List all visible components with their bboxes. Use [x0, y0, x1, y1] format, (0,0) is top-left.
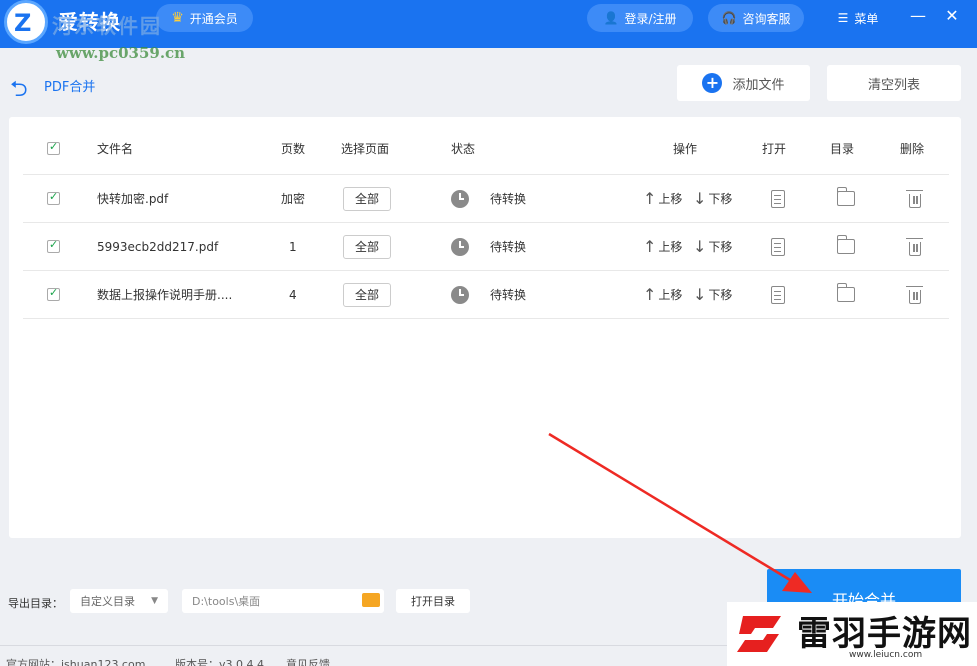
select-pages-button[interactable]: 全部	[343, 282, 391, 307]
clock-icon	[451, 189, 469, 208]
header-open: 打开	[762, 142, 787, 156]
open-folder-icon[interactable]	[836, 283, 855, 302]
row-pages: 4	[289, 287, 297, 302]
add-file-label: 添加文件	[732, 77, 785, 93]
consult-button[interactable]: 🎧 咨询客服	[708, 4, 804, 32]
watermark-brand: 雷羽手游网 www.leiucn.com	[727, 602, 977, 666]
open-file-icon[interactable]	[771, 189, 785, 208]
table-header: 文件名 页数 选择页面 状态 操作 打开 目录 删除	[23, 123, 949, 175]
row-status: 待转换	[490, 192, 527, 206]
back-arrow-icon[interactable]: ⮌	[10, 72, 28, 110]
header-status: 状态	[451, 142, 476, 156]
watermark-brand-url: www.leiucn.com	[849, 650, 923, 660]
arrow-up-icon: ↑	[643, 285, 657, 304]
login-button[interactable]: 👤 登录/注册	[587, 4, 693, 32]
open-file-icon[interactable]	[771, 285, 785, 304]
move-up-label: 上移	[658, 240, 683, 254]
close-button[interactable]: ✕	[940, 6, 964, 25]
row-pages: 1	[289, 239, 297, 254]
output-path-value: D:\tools\桌面	[192, 595, 261, 608]
select-all-checkbox[interactable]	[47, 140, 60, 155]
table-row: 5993ecb2dd217.pdf 1 全部 待转换 ↑上移 ↓下移	[23, 223, 949, 271]
select-pages-button[interactable]: 全部	[343, 234, 391, 259]
header-operation: 操作	[673, 142, 698, 156]
add-file-button[interactable]: + 添加文件	[677, 65, 810, 101]
move-up-label: 上移	[658, 192, 683, 206]
header-directory: 目录	[830, 142, 855, 156]
move-up-button[interactable]: ↑ 上移	[643, 271, 682, 318]
header-delete: 删除	[900, 142, 925, 156]
vip-label: 开通会员	[189, 11, 238, 26]
move-up-button[interactable]: ↑ 上移	[643, 223, 682, 270]
file-list-panel: 文件名 页数 选择页面 状态 操作 打开 目录 删除 快转加密.pdf 加密 全…	[9, 117, 961, 538]
row-filename: 5993ecb2dd217.pdf	[97, 239, 219, 254]
open-folder-icon[interactable]	[836, 235, 855, 254]
minimize-button[interactable]: —	[906, 6, 930, 25]
table-row: 快转加密.pdf 加密 全部 待转换 ↑上移 ↓下移	[23, 175, 949, 223]
crown-icon: ♛	[171, 10, 184, 26]
menu-button[interactable]: ☰ 菜单	[828, 4, 888, 32]
output-dir-label: 导出目录：	[8, 597, 63, 610]
app-logo: Z	[4, 0, 48, 44]
clock-icon	[451, 237, 469, 256]
move-up-label: 上移	[658, 288, 683, 302]
watermark-site-name: 河东软件园	[52, 14, 162, 38]
plus-icon: +	[702, 73, 723, 93]
table-row: 数据上报操作说明手册.... 4 全部 待转换 ↑上移 ↓下移	[23, 271, 949, 319]
row-status: 待转换	[490, 288, 527, 302]
hamburger-icon: ☰	[837, 11, 849, 25]
delete-icon[interactable]	[906, 285, 923, 304]
arrow-up-icon: ↑	[643, 189, 657, 208]
footer-feedback[interactable]: 意见反馈	[286, 656, 330, 666]
move-down-label: 下移	[708, 288, 733, 302]
select-pages-button[interactable]: 全部	[343, 186, 391, 211]
footer-version: 版本号：v3.0.4.4	[175, 658, 264, 666]
move-down-label: 下移	[708, 240, 733, 254]
move-down-label: 下移	[708, 192, 733, 206]
page-title: PDF合并	[44, 80, 96, 95]
arrow-down-icon: ↓	[693, 237, 707, 256]
consult-label: 咨询客服	[742, 11, 791, 26]
move-down-button[interactable]: ↓ 下移	[693, 175, 732, 222]
watermark-brand-name: 雷羽手游网	[797, 614, 972, 654]
header-pages: 页数	[281, 142, 306, 156]
open-file-icon[interactable]	[771, 237, 785, 256]
row-checkbox[interactable]	[47, 286, 60, 301]
row-pages: 加密	[281, 192, 306, 206]
open-dir-button[interactable]: 打开目录	[396, 589, 470, 613]
user-icon: 👤	[603, 11, 619, 25]
browse-folder-icon[interactable]	[362, 593, 380, 607]
footer-website[interactable]: 官方网站：ishuan123.com	[6, 656, 145, 666]
caret-down-icon: ▼	[151, 596, 158, 606]
row-filename: 数据上报操作说明手册....	[97, 288, 233, 302]
move-up-button[interactable]: ↑ 上移	[643, 175, 682, 222]
output-dir-select[interactable]: 自定义目录 ▼	[70, 589, 168, 613]
vip-button[interactable]: ♛ 开通会员	[156, 4, 253, 32]
row-status: 待转换	[490, 240, 527, 254]
header-select-pages: 选择页面	[341, 142, 390, 156]
menu-label: 菜单	[854, 11, 879, 26]
row-checkbox[interactable]	[47, 190, 60, 205]
arrow-down-icon: ↓	[693, 189, 707, 208]
header-filename: 文件名	[97, 142, 134, 156]
delete-icon[interactable]	[906, 237, 923, 256]
headset-icon: 🎧	[721, 11, 737, 25]
row-checkbox[interactable]	[47, 238, 60, 253]
brand-logo-icon	[737, 616, 781, 652]
open-folder-icon[interactable]	[836, 187, 855, 206]
arrow-up-icon: ↑	[643, 237, 657, 256]
login-label: 登录/注册	[624, 11, 677, 26]
output-dir-select-value: 自定义目录	[80, 595, 135, 608]
row-filename: 快转加密.pdf	[97, 192, 169, 206]
move-down-button[interactable]: ↓ 下移	[693, 223, 732, 270]
clear-list-button[interactable]: 清空列表	[827, 65, 961, 101]
clock-icon	[451, 285, 469, 304]
arrow-down-icon: ↓	[693, 285, 707, 304]
output-path-input[interactable]: D:\tools\桌面	[182, 589, 384, 613]
delete-icon[interactable]	[906, 189, 923, 208]
watermark-site-url: www.pc0359.cn	[56, 44, 186, 62]
move-down-button[interactable]: ↓ 下移	[693, 271, 732, 318]
